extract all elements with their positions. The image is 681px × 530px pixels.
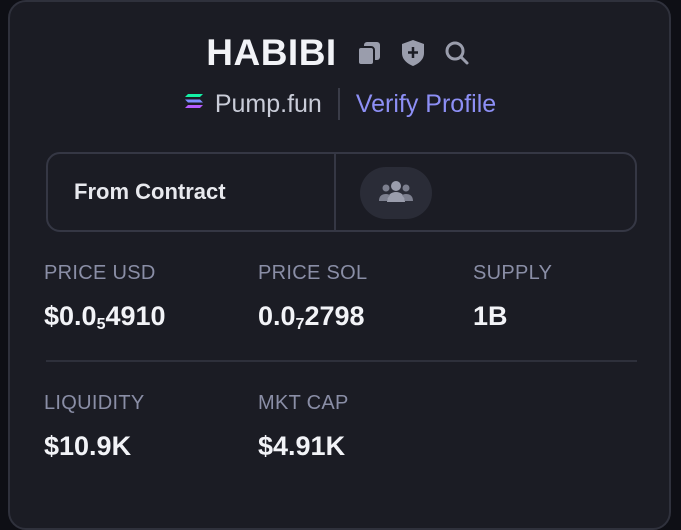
solana-logo-icon [183, 90, 205, 119]
platform-row: Pump.fun Verify Profile [10, 88, 669, 120]
contract-label: From Contract [48, 154, 336, 230]
stat-liquidity: LIQUIDITY $10.9K [44, 392, 145, 462]
stat-price-sol: PRICE SOL 0.072798 [258, 262, 367, 334]
copy-icon[interactable] [353, 37, 385, 69]
search-icon[interactable] [441, 37, 473, 69]
stat-value: $10.9K [44, 431, 132, 461]
platform-name: Pump.fun [214, 89, 322, 118]
stat-label: MKT CAP [258, 392, 349, 414]
price-prefix: $0.0 [44, 301, 97, 331]
verify-profile-link[interactable]: Verify Profile [356, 90, 496, 119]
stat-label: PRICE USD [44, 262, 156, 284]
section-divider [46, 360, 637, 362]
price-digits: 4910 [105, 301, 166, 331]
token-name: HABIBI [206, 32, 337, 73]
token-info-card: HABIBI Pump.fun Verify Profile From Cont… [8, 0, 671, 530]
stat-label: LIQUIDITY [44, 392, 145, 414]
stat-price-usd: PRICE USD $0.054910 [44, 262, 166, 334]
stat-value: $4.91K [258, 431, 346, 461]
stat-label: PRICE SOL [258, 262, 368, 284]
stat-value: 0.072798 [258, 301, 367, 334]
community-button[interactable] [360, 167, 432, 219]
stat-supply: SUPPLY 1B [473, 262, 552, 332]
shield-icon[interactable] [397, 37, 429, 69]
token-title-row: HABIBI [10, 32, 669, 74]
stat-value: 1B [473, 301, 508, 331]
price-digits: 2798 [304, 301, 365, 331]
users-icon [378, 178, 414, 209]
stat-value: $0.054910 [44, 301, 166, 334]
stat-mkt-cap: MKT CAP $4.91K [258, 392, 349, 462]
contract-box: From Contract [46, 152, 637, 232]
stat-label: SUPPLY [473, 262, 553, 284]
price-prefix: 0.0 [258, 301, 296, 331]
platform-link[interactable]: Pump.fun [183, 90, 322, 119]
divider [337, 88, 340, 120]
